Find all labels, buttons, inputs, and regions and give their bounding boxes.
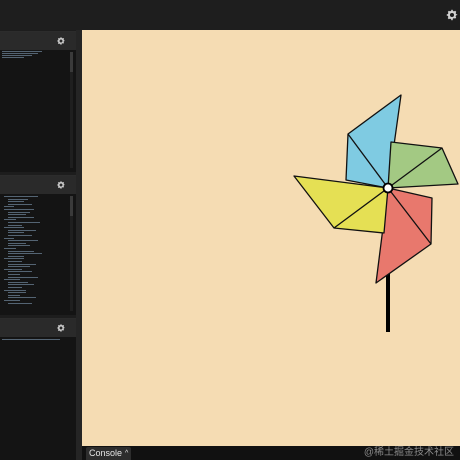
code-line bbox=[8, 284, 34, 286]
code-line bbox=[8, 271, 32, 273]
html-editor-panel[interactable] bbox=[0, 31, 76, 172]
watermark: @稀土掘金技术社区 bbox=[363, 447, 454, 458]
code-line bbox=[8, 222, 40, 223]
code-line bbox=[8, 245, 30, 247]
code-line bbox=[2, 55, 32, 56]
code-line bbox=[4, 206, 14, 208]
code-area[interactable] bbox=[0, 50, 76, 172]
code-line bbox=[8, 276, 38, 278]
code-line bbox=[2, 339, 60, 340]
code-line bbox=[8, 224, 22, 226]
code-line bbox=[4, 248, 16, 249]
code-line bbox=[8, 232, 24, 234]
gear-icon[interactable] bbox=[56, 323, 66, 333]
pinwheel-illustration bbox=[293, 94, 459, 332]
code-area[interactable] bbox=[0, 194, 76, 315]
panel-header bbox=[0, 176, 76, 194]
code-line bbox=[8, 250, 34, 252]
code-line bbox=[8, 240, 38, 242]
scrollbar[interactable] bbox=[70, 196, 73, 311]
code-line bbox=[4, 268, 22, 270]
code-line bbox=[8, 292, 26, 294]
code-line bbox=[8, 261, 22, 262]
code-editor-app: Console ^ @稀土掘金技术社区 bbox=[0, 0, 460, 460]
chevron-up-icon: ^ bbox=[125, 450, 129, 457]
css-editor-panel[interactable] bbox=[0, 175, 76, 315]
code-line bbox=[8, 203, 32, 205]
panel-header bbox=[0, 319, 76, 337]
code-line bbox=[8, 253, 42, 255]
gear-icon[interactable] bbox=[56, 180, 66, 190]
gear-icon[interactable] bbox=[445, 8, 459, 22]
code-line bbox=[4, 258, 24, 260]
code-line bbox=[4, 289, 26, 291]
code-line bbox=[4, 219, 16, 221]
scrollbar-thumb[interactable] bbox=[70, 196, 73, 216]
js-editor-panel[interactable] bbox=[0, 318, 76, 460]
console-label: Console bbox=[89, 448, 123, 458]
panel-header bbox=[0, 32, 76, 50]
code-line bbox=[8, 281, 28, 283]
pinwheel-center bbox=[382, 182, 394, 194]
pinwheel-blade-green bbox=[387, 141, 459, 189]
code-line bbox=[8, 201, 24, 203]
code-line bbox=[8, 198, 28, 200]
code-line bbox=[8, 211, 30, 213]
top-bar bbox=[0, 0, 460, 30]
code-line bbox=[8, 274, 20, 275]
code-line bbox=[4, 196, 38, 197]
code-line bbox=[2, 53, 38, 54]
code-line bbox=[2, 51, 42, 52]
code-line bbox=[4, 300, 20, 301]
code-line bbox=[8, 266, 30, 268]
code-line bbox=[8, 297, 36, 299]
code-line bbox=[2, 57, 24, 58]
code-line bbox=[8, 255, 24, 257]
code-line bbox=[8, 263, 36, 265]
code-line bbox=[4, 279, 20, 281]
scrollbar[interactable] bbox=[70, 52, 73, 168]
code-line bbox=[8, 229, 36, 231]
code-area[interactable] bbox=[0, 337, 76, 460]
code-line bbox=[8, 287, 22, 288]
code-line bbox=[8, 294, 20, 296]
preview-canvas bbox=[82, 30, 460, 446]
code-line bbox=[4, 227, 24, 229]
console-button[interactable]: Console ^ bbox=[86, 447, 132, 460]
code-line bbox=[8, 302, 32, 304]
code-line bbox=[8, 216, 34, 218]
code-line bbox=[8, 242, 26, 244]
scrollbar-thumb[interactable] bbox=[70, 52, 73, 72]
code-line bbox=[8, 214, 26, 216]
code-line bbox=[4, 237, 14, 239]
code-line bbox=[4, 209, 34, 210]
code-line bbox=[8, 235, 32, 236]
gear-icon[interactable] bbox=[56, 36, 66, 46]
